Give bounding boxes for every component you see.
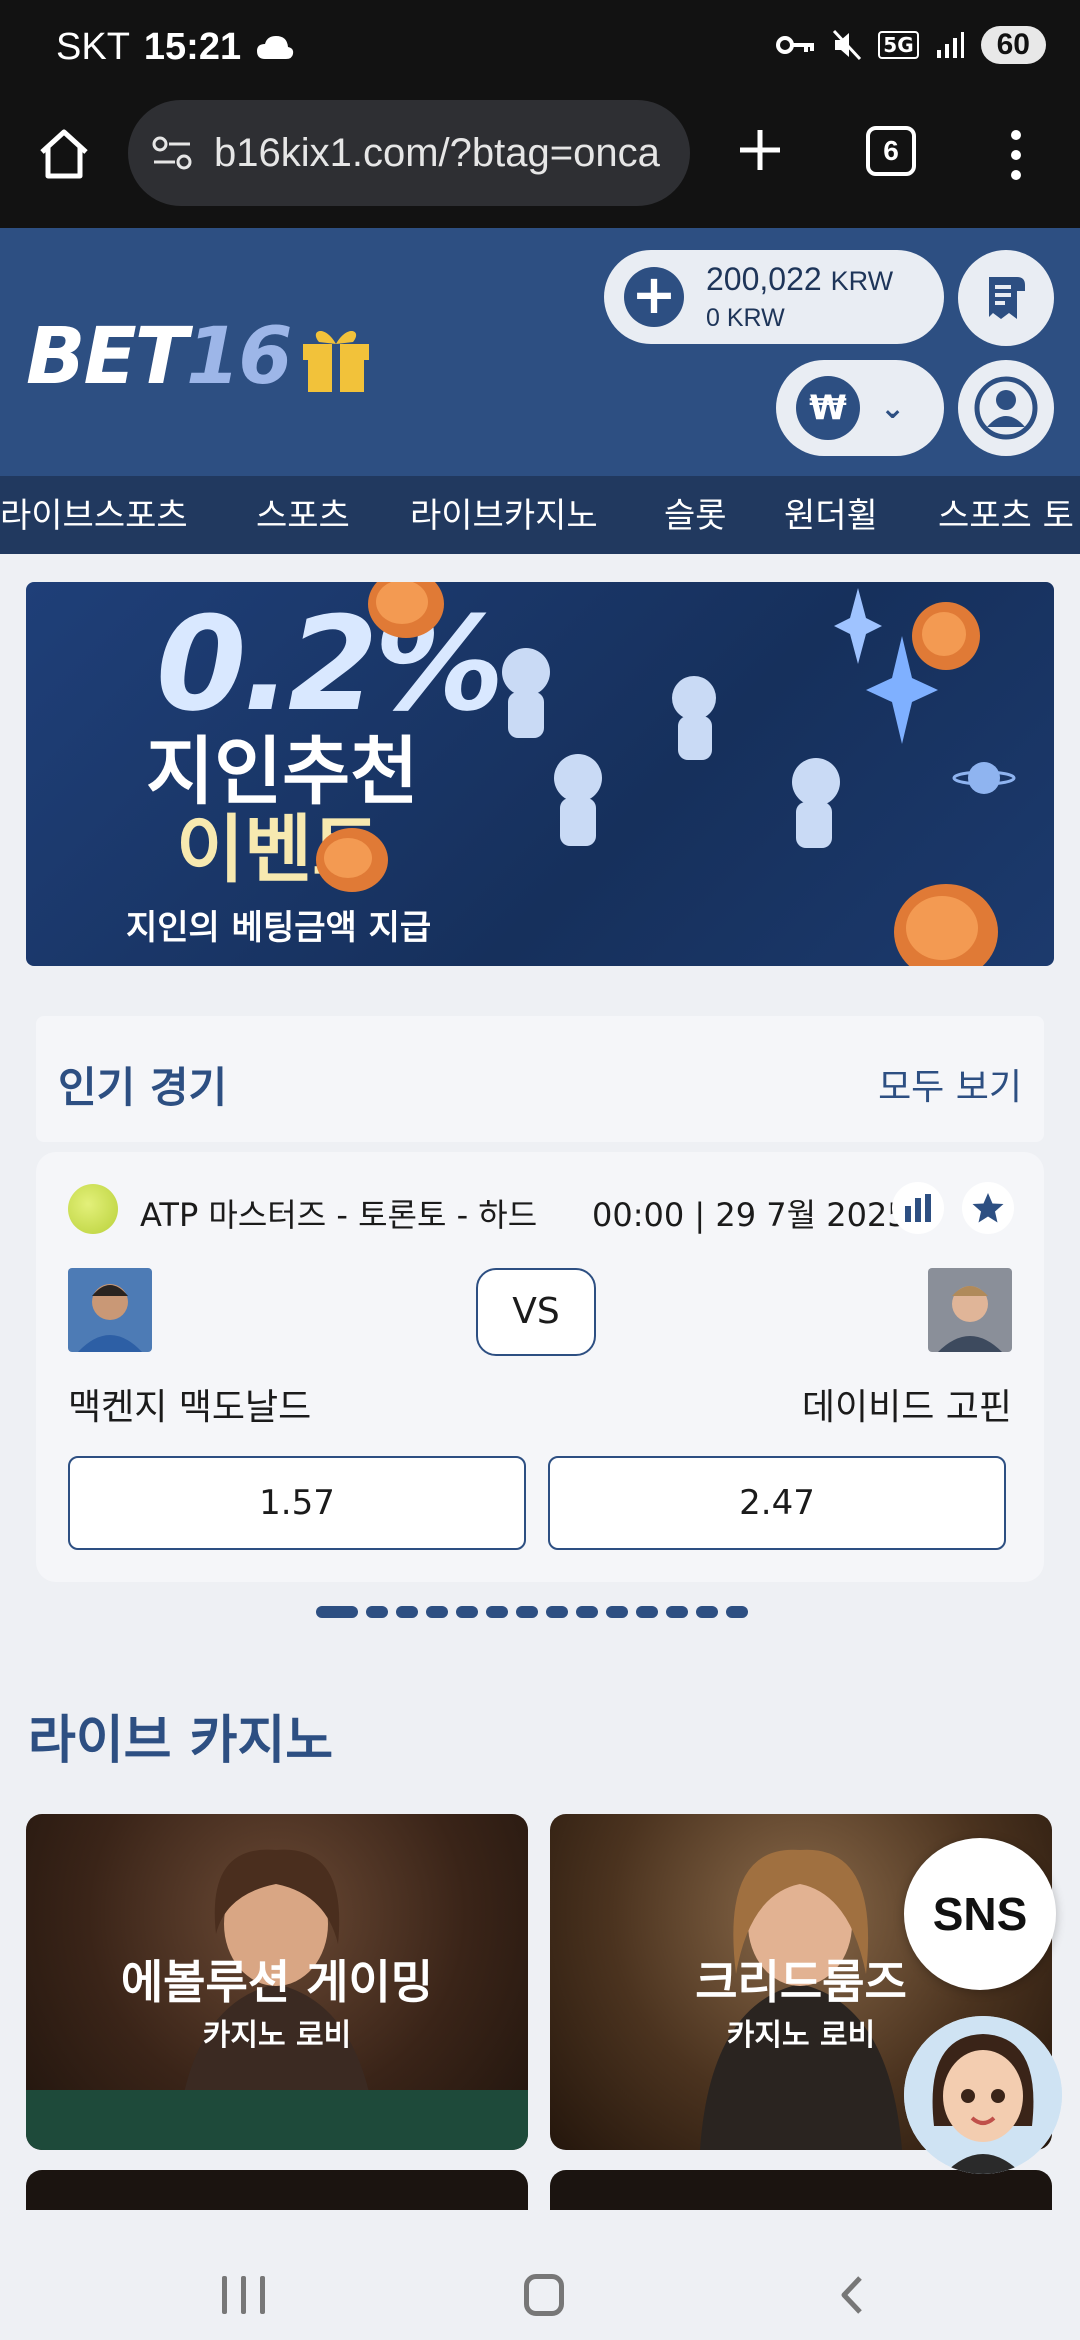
profile-button[interactable] (958, 360, 1054, 456)
bet-slip-icon (989, 277, 1025, 319)
chat-assistant-avatar[interactable] (904, 2016, 1062, 2174)
casino-tile-evolution[interactable]: 에볼루션 게이밍 카지노 로비 (26, 1814, 528, 2150)
home-player-name: 맥켄지 맥도날드 (68, 1387, 312, 1428)
banner-illustration (316, 582, 1016, 966)
league-name: ATP 마스터즈 - 토론토 - 하드 (140, 1196, 538, 1234)
sns-button[interactable]: SNS (904, 1838, 1056, 1990)
nav-item-live-casino[interactable]: 라이브카지노 (410, 488, 598, 537)
carousel-dot[interactable] (546, 1606, 568, 1618)
popular-title: 인기 경기 (58, 1063, 228, 1112)
live-casino-title: 라이브 카지노 (28, 1711, 334, 1771)
balance-currency: KRW (830, 266, 894, 296)
carousel-dot[interactable] (636, 1606, 658, 1618)
key-icon (776, 36, 815, 54)
home-player-avatar (68, 1268, 152, 1352)
clock: 15:21 (143, 26, 242, 68)
site-settings-icon[interactable] (152, 136, 192, 170)
system-nav-bar (0, 2214, 1080, 2340)
carrier-label: SKT (56, 26, 130, 68)
carousel-dot[interactable] (606, 1606, 628, 1618)
casino-tile-next[interactable] (26, 2170, 528, 2210)
category-nav: 라이브스포츠 스포츠 라이브카지노 슬롯 원더휠 스포츠 토 (0, 476, 1080, 554)
nav-item-slots[interactable]: 슬롯 (664, 488, 727, 537)
carousel-dot[interactable] (396, 1606, 418, 1618)
status-right: 5G 60 (776, 26, 1046, 64)
status-left: SKT 15:21 (56, 26, 295, 69)
home-odds-button[interactable]: 1.57 (68, 1456, 526, 1550)
chevron-down-icon: ⌄ (880, 390, 906, 426)
user-icon (974, 376, 1038, 440)
match-card: ATP 마스터즈 - 토론토 - 하드 00:00 | 29 7월 2025 V… (36, 1152, 1044, 1582)
url-text: b16kix1.com/?btag=onca (214, 130, 660, 175)
signal-icon (936, 32, 964, 58)
network-type: 5G (878, 31, 919, 59)
away-odds-button[interactable]: 2.47 (548, 1456, 1006, 1550)
tab-switcher-button[interactable]: 6 (866, 126, 916, 176)
carousel-dot[interactable] (456, 1606, 478, 1618)
carousel-dot[interactable] (516, 1606, 538, 1618)
logo-text: BET (26, 312, 188, 402)
browser-toolbar: b16kix1.com/?btag=onca 6 (0, 100, 1080, 230)
carousel-dot[interactable] (426, 1606, 448, 1618)
casino-tile-next[interactable] (550, 2170, 1052, 2210)
balance-widget[interactable]: + 200,022 KRW 0 KRW (604, 250, 944, 344)
stats-button[interactable] (892, 1182, 944, 1234)
status-bar: SKT 15:21 5G 60 (0, 0, 1080, 100)
address-bar[interactable]: b16kix1.com/?btag=onca (128, 100, 690, 206)
away-player-name: 데이비드 고핀 (801, 1387, 1012, 1428)
favorite-button[interactable] (962, 1182, 1014, 1234)
more-menu-icon[interactable] (1004, 130, 1028, 180)
currency-selector[interactable]: ₩ ⌄ (776, 360, 944, 456)
carousel-dot[interactable] (696, 1606, 718, 1618)
gift-icon (302, 330, 369, 392)
battery-indicator: 60 (980, 26, 1046, 64)
deposit-plus-icon[interactable]: + (624, 267, 684, 327)
new-tab-icon[interactable] (730, 120, 790, 180)
home-nav-icon[interactable] (524, 2274, 564, 2316)
back-icon[interactable] (832, 2274, 874, 2316)
promo-banner[interactable]: 0.2% 지인추천 이벤트 지인의 베팅금액 지급 (26, 582, 1054, 966)
carousel-dot[interactable] (576, 1606, 598, 1618)
assistant-avatar-icon (904, 2016, 1062, 2174)
currency-symbol: ₩ (796, 376, 860, 440)
carousel-dot[interactable] (486, 1606, 508, 1618)
carousel-dot[interactable] (726, 1606, 748, 1618)
mute-icon (833, 29, 862, 61)
balance-amount: 200,022 (706, 261, 822, 297)
vs-badge: VS (476, 1268, 596, 1356)
logo-number: 16 (185, 312, 293, 402)
tile-subtitle: 카지노 로비 (202, 2018, 352, 2053)
carousel-dot[interactable] (316, 1606, 358, 1618)
nav-item-live-sports[interactable]: 라이브스포츠 (0, 488, 188, 537)
site-header: BET16 + 200,022 KRW 0 KRW ₩ ⌄ (0, 228, 1080, 476)
bet-slip-button[interactable] (958, 250, 1054, 346)
tennis-ball-icon (68, 1184, 118, 1234)
nav-item-sports[interactable]: 스포츠 (256, 488, 350, 537)
carousel-dot[interactable] (666, 1606, 688, 1618)
view-all-link[interactable]: 모두 보기 (878, 1058, 1022, 1110)
recents-icon[interactable] (222, 2276, 265, 2314)
carousel-pagination (316, 1606, 748, 1618)
popular-matches-header: 인기 경기 모두 보기 (36, 1016, 1044, 1142)
cloud-icon (257, 35, 294, 59)
carousel-dot[interactable] (366, 1606, 388, 1618)
nav-item-wonder-wheel[interactable]: 원더휠 (784, 488, 878, 537)
tile-title: 에볼루션 게이밍 (120, 1955, 434, 2009)
bonus-balance: 0 KRW (706, 304, 785, 332)
match-datetime: 00:00 | 29 7월 2025 (592, 1196, 908, 1234)
home-icon[interactable] (34, 124, 94, 184)
away-player-avatar (928, 1268, 1012, 1352)
star-icon (972, 1193, 1004, 1223)
nav-item-sports-toto[interactable]: 스포츠 토 (938, 488, 1074, 537)
bar-chart-icon (905, 1194, 931, 1222)
site-logo[interactable]: BET16 (26, 312, 375, 402)
